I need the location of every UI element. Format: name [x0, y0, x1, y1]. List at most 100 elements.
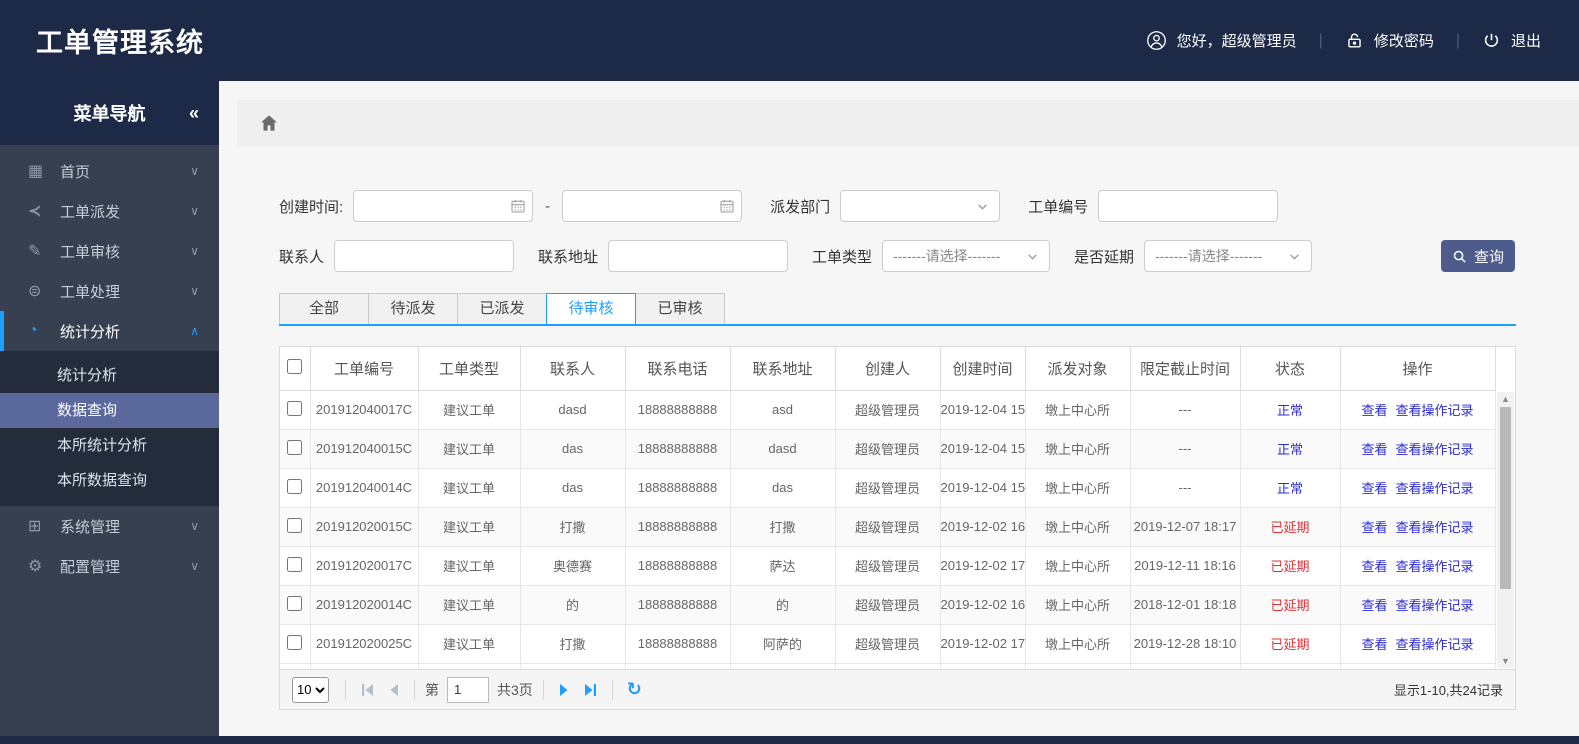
scrollbar-thumb[interactable]	[1500, 407, 1511, 589]
cell-address: 的	[730, 585, 836, 625]
row-checkbox[interactable]	[287, 400, 303, 416]
pagination-bar: 10 第 共3页	[279, 670, 1516, 710]
table-row: 201912020017C 建议工单 奥德赛 18888888888 萨达 超级…	[280, 546, 1496, 586]
app-window: 工单管理系统 您好，超级管理员 | 修改密码 | 退出 菜单导航 « ▦ 首页 …	[0, 0, 1579, 744]
user-menu[interactable]: 您好，超级管理员	[1146, 30, 1297, 51]
view-link[interactable]: 查看	[1361, 598, 1387, 613]
orders-table: 工单编号 工单类型 联系人 联系电话 联系地址 创建人 创建时间 派发对象 限定…	[279, 346, 1516, 670]
view-link[interactable]: 查看	[1361, 520, 1387, 535]
cell-status: 已延期	[1240, 546, 1341, 586]
row-checkbox[interactable]	[287, 634, 303, 650]
search-button[interactable]: 查询	[1441, 240, 1515, 272]
logout-label: 退出	[1510, 33, 1541, 50]
view-link[interactable]: 查看	[1361, 442, 1387, 457]
tab[interactable]: 待审核	[546, 293, 636, 324]
chevron-icon	[190, 519, 199, 533]
cell-operations: 查看 查看操作记录	[1340, 507, 1496, 547]
tab[interactable]: 全部	[279, 293, 369, 324]
calendar-icon[interactable]	[510, 198, 526, 214]
sidebar-item[interactable]: 工单派发	[0, 191, 219, 231]
view-log-link[interactable]: 查看操作记录	[1396, 481, 1474, 496]
sidebar-title: 菜单导航	[73, 104, 146, 124]
row-checkbox[interactable]	[287, 595, 303, 611]
chevron-icon	[190, 164, 199, 178]
cell-status: 正常	[1240, 429, 1341, 469]
cell-address: 阿萨的	[730, 624, 836, 664]
view-log-link[interactable]: 查看操作记录	[1396, 637, 1474, 652]
create-time-start-field	[353, 190, 534, 222]
view-log-link[interactable]: 查看操作记录	[1396, 559, 1474, 574]
first-page-button[interactable]	[360, 683, 376, 697]
order-type-select[interactable]: -------请选择-------	[882, 240, 1051, 272]
logout-button[interactable]: 退出	[1482, 30, 1541, 51]
delay-select[interactable]: -------请选择-------	[1144, 240, 1313, 272]
cell-target: 墩上中心所	[1025, 507, 1131, 547]
view-log-link[interactable]: 查看操作记录	[1396, 598, 1474, 613]
cell-phone: 18888888888	[625, 624, 731, 664]
cell-target: 墩上中心所	[1025, 468, 1131, 508]
address-input[interactable]	[608, 240, 789, 272]
collapse-sidebar-icon[interactable]: «	[189, 103, 199, 124]
top-header: 工单管理系统 您好，超级管理员 | 修改密码 | 退出	[0, 0, 1579, 81]
sidebar-subitem[interactable]: 数据查询	[0, 393, 219, 428]
row-checkbox[interactable]	[287, 517, 303, 533]
scroll-down-icon[interactable]: ▼	[1501, 654, 1510, 668]
cell-creator: 超级管理员	[835, 546, 941, 586]
view-link[interactable]: 查看	[1361, 481, 1387, 496]
cell-contact: dasd	[520, 390, 626, 430]
cell-phone: 18888888888	[625, 546, 731, 586]
change-password-button[interactable]: 修改密码	[1345, 30, 1434, 51]
dispatch-dept-select[interactable]	[840, 190, 1001, 222]
row-checkbox[interactable]	[287, 556, 303, 572]
row-checkbox[interactable]	[287, 439, 303, 455]
tab[interactable]: 待派发	[368, 293, 458, 324]
sidebar-item[interactable]: 统计分析	[0, 311, 219, 351]
next-page-button[interactable]	[558, 683, 570, 697]
app-title: 工单管理系统	[36, 28, 204, 58]
page-size-select[interactable]: 10	[292, 676, 329, 703]
view-log-link[interactable]: 查看操作记录	[1396, 442, 1474, 457]
view-log-link[interactable]: 查看操作记录	[1396, 520, 1474, 535]
sidebar-item[interactable]: 工单审核	[0, 231, 219, 271]
cell-deadline: 2019-12-28 18:10	[1130, 624, 1241, 664]
main-content: 创建时间: - 派发部门 工单编号 联系人 联系地址 工单类型 -------请…	[219, 81, 1579, 736]
delay-label: 是否延期	[1074, 248, 1135, 266]
cell-order-type: 建议工单	[418, 585, 521, 625]
sidebar-subitem[interactable]: 本所数据查询	[0, 463, 219, 498]
view-link[interactable]: 查看	[1361, 637, 1387, 652]
view-link[interactable]: 查看	[1361, 559, 1387, 574]
calendar-icon[interactable]	[719, 198, 735, 214]
cell-contact: das	[520, 429, 626, 469]
create-time-start-input[interactable]	[353, 190, 534, 222]
tab[interactable]: 已审核	[635, 293, 725, 324]
cell-created: 2019-12-04 15	[940, 429, 1026, 469]
create-time-end-input[interactable]	[562, 190, 743, 222]
tab[interactable]: 已派发	[457, 293, 547, 324]
last-page-button[interactable]	[582, 683, 598, 697]
sidebar-item[interactable]: 首页	[0, 151, 219, 191]
sidebar-item[interactable]: 系统管理	[0, 506, 219, 546]
user-greeting: 您好，超级管理员	[1176, 33, 1297, 50]
table-scrollbar[interactable]: ▲ ▼	[1497, 392, 1514, 668]
sidebar-subitem[interactable]: 本所统计分析	[0, 428, 219, 463]
refresh-icon[interactable]: ↻	[627, 679, 642, 700]
page-number-input[interactable]	[447, 676, 489, 703]
scroll-up-icon[interactable]: ▲	[1501, 392, 1510, 406]
row-checkbox[interactable]	[287, 478, 303, 494]
sidebar-item[interactable]: 配置管理	[0, 546, 219, 586]
cell-created: 2019-12-02 16	[940, 507, 1026, 547]
sidebar-item[interactable]: 工单处理	[0, 271, 219, 311]
cell-target: 墩上中心所	[1025, 585, 1131, 625]
select-all-checkbox[interactable]	[287, 358, 303, 374]
cell-operations: 查看 查看操作记录	[1340, 390, 1496, 430]
view-log-link[interactable]: 查看操作记录	[1396, 403, 1474, 418]
view-link[interactable]: 查看	[1361, 403, 1387, 418]
order-no-input[interactable]	[1098, 190, 1279, 222]
cell-target: 墩上中心所	[1025, 429, 1131, 469]
home-icon[interactable]	[259, 113, 279, 133]
column-header: 联系人	[520, 347, 626, 391]
sidebar-subitem[interactable]: 统计分析	[0, 358, 219, 393]
address-label: 联系地址	[538, 248, 599, 266]
contact-input[interactable]	[334, 240, 515, 272]
prev-page-button[interactable]	[388, 683, 400, 697]
